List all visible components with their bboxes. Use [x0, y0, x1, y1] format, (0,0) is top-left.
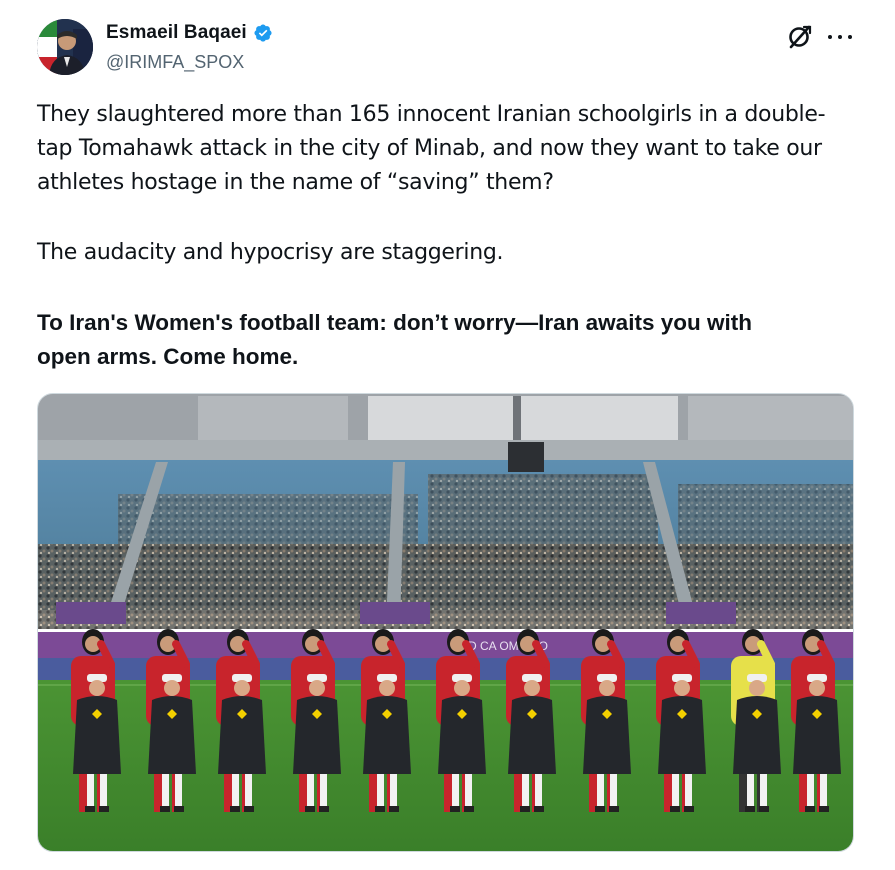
tweet-text-line: To Iran's Women's football team: don’t w… — [37, 310, 752, 335]
author-header[interactable]: Esmaeil Baqaei — [106, 22, 273, 44]
tweet-text-paragraph-3: To Iran's Women's football team: don’t w… — [37, 306, 867, 374]
tweet-text-paragraph-2: The audacity and hypocrisy are staggerin… — [37, 236, 867, 270]
more-options-icon[interactable] — [826, 24, 854, 50]
tweet-text-line: open arms. Come home. — [37, 344, 299, 369]
tweet-text-line: athletes hostage in the name of “saving”… — [37, 170, 554, 195]
tweet-card[interactable]: Esmaeil Baqaei @IRIMFA_SPOX They slaught… — [0, 0, 895, 870]
tweet-text-line: The audacity and hypocrisy are staggerin… — [37, 240, 504, 265]
display-name[interactable]: Esmaeil Baqaei — [106, 22, 247, 44]
tweet-text-line: tap Tomahawk attack in the city of Minab… — [37, 136, 822, 161]
profile-photo-icon — [37, 19, 93, 75]
tweet-media-image[interactable]: D CA OMB CO — [37, 393, 854, 852]
avatar[interactable] — [37, 19, 93, 75]
grok-icon[interactable] — [787, 24, 813, 50]
author-handle[interactable]: @IRIMFA_SPOX — [106, 52, 244, 73]
stadium-photo-icon: D CA OMB CO — [38, 394, 853, 851]
tweet-text-line: They slaughtered more than 165 innocent … — [37, 102, 826, 127]
verified-badge-icon — [254, 24, 272, 42]
tweet-text-paragraph-1: They slaughtered more than 165 innocent … — [37, 98, 867, 200]
